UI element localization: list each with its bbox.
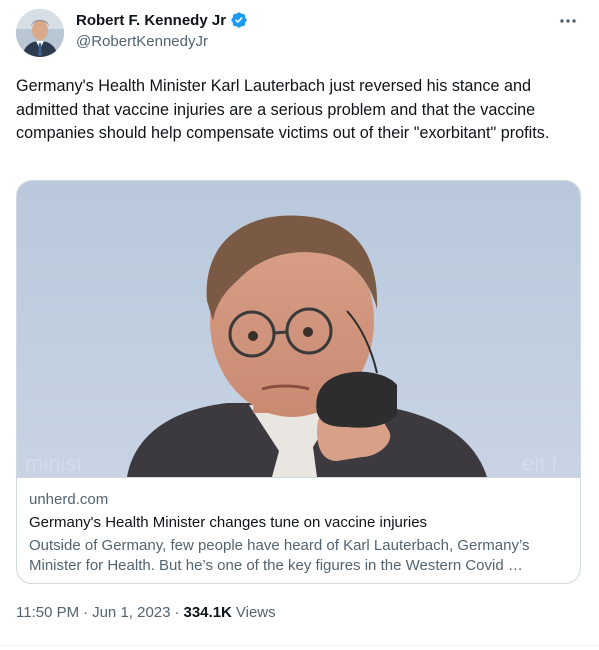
tweet-text: Germany's Health Minister Karl Lauterbac… (16, 77, 550, 142)
tweet-date[interactable]: Jun 1, 2023 (92, 604, 170, 621)
meta-separator: · (174, 604, 180, 621)
card-description: Outside of Germany, few people have hear… (29, 537, 530, 574)
svg-text:minist: minist (25, 451, 82, 476)
link-card[interactable]: minist eit f unherd.com Germany's Health… (16, 180, 581, 584)
tweet-meta: 11:50 PM · Jun 1, 2023 · 334.1K Views (16, 604, 276, 621)
tweet: Robert F. Kennedy Jr @RobertKennedyJr Ge… (0, 0, 599, 650)
avatar[interactable] (16, 9, 64, 57)
views-count[interactable]: 334.1K (184, 604, 232, 621)
author-handle[interactable]: @RobertKennedyJr (76, 33, 208, 50)
meta-separator: · (83, 604, 89, 621)
tweet-time[interactable]: 11:50 PM (16, 604, 79, 621)
author-name-row: Robert F. Kennedy Jr (76, 11, 248, 29)
author-display-name[interactable]: Robert F. Kennedy Jr (76, 12, 226, 29)
views-label: Views (235, 604, 276, 621)
svg-text:eit f: eit f (522, 451, 558, 476)
verified-badge-icon[interactable] (230, 11, 248, 29)
card-domain: unherd.com (29, 491, 109, 508)
more-options-icon[interactable] (555, 10, 581, 32)
card-title: Germany's Health Minister changes tune o… (29, 514, 428, 531)
card-body[interactable]: unherd.com Germany's Health Minister cha… (17, 477, 580, 583)
card-image[interactable]: minist eit f (17, 181, 580, 477)
divider (0, 645, 599, 646)
avatar-image (16, 9, 64, 57)
